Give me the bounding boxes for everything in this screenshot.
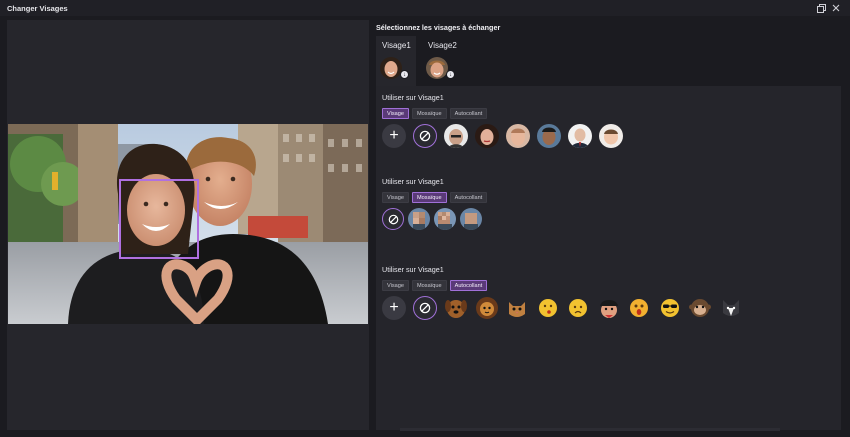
face-option-5[interactable] [568,124,592,148]
mode-tab-mosaique[interactable]: Mosaïque [412,108,447,119]
face-options-row: + [382,124,630,148]
preview-panel [7,20,369,430]
face-option-6[interactable] [599,124,623,148]
sticker-emoji-worried-icon[interactable] [566,296,590,320]
mode-tab-visage[interactable]: Visage [382,280,410,291]
sticker-monkey-icon[interactable] [688,296,712,320]
mode-tab-visage[interactable]: Visage [382,108,410,119]
title-bar: Changer Visages [0,0,850,16]
no-effect-button[interactable] [413,124,437,148]
block-icon [419,302,431,314]
sticker-dog-icon[interactable] [444,296,468,320]
no-effect-button[interactable] [413,296,437,320]
block-icon [388,214,398,224]
sticker-character-icon[interactable] [597,296,621,320]
sticker-options-row: + [382,296,749,320]
face-swap-badge-icon: ↓ [446,70,455,79]
face-swap-badge-icon: ↓ [400,70,409,79]
mode-tabs: Visage Mosaïque Autocollant [382,108,630,119]
face-tab-label: Visage1 [382,41,411,50]
options-panel: Utiliser sur Visage1 Visage Mosaïque Aut… [376,86,841,430]
sticker-lion-icon[interactable] [475,296,499,320]
mosaic-option-3[interactable] [460,208,482,230]
close-icon[interactable] [830,2,842,14]
mosaic-option-2[interactable] [434,208,456,230]
window-title: Changer Visages [7,3,68,13]
face-option-1[interactable] [444,124,468,148]
mosaic-option-1[interactable] [408,208,430,230]
group-title: Utiliser sur Visage1 [382,93,444,102]
horizontal-scrollbar[interactable] [400,428,780,431]
face-option-2[interactable] [475,124,499,148]
sticker-cat-icon[interactable] [505,296,529,320]
group-title: Utiliser sur Visage1 [382,265,444,274]
mode-tab-visage[interactable]: Visage [382,192,410,203]
group-sticker: Utiliser sur Visage1 Visage Mosaïque Aut… [382,265,749,320]
group-title: Utiliser sur Visage1 [382,177,444,186]
mode-tab-mosaique[interactable]: Mosaïque [412,192,447,203]
section-title: Sélectionnez les visages à échanger [376,23,501,32]
mode-tabs: Visage Mosaïque Autocollant [382,280,749,291]
detected-face-box[interactable] [119,179,199,259]
sticker-emoji-cool-icon[interactable] [658,296,682,320]
add-face-button[interactable]: + [382,124,406,148]
face-option-4[interactable] [537,124,561,148]
sticker-emoji-kiss-icon[interactable] [536,296,560,320]
panel-edge [842,86,846,430]
group-mosaic: Utiliser sur Visage1 Visage Mosaïque Aut… [382,177,488,230]
block-icon [419,130,431,142]
mosaic-options-row [382,208,487,230]
face-avatar [380,57,402,79]
mode-tab-mosaique[interactable]: Mosaïque [412,280,447,291]
changer-visages-window: Changer Visages Sélectionnez les visages… [0,0,850,437]
face-tab-label: Visage2 [428,41,457,50]
face-selection-panel: Sélectionnez les visages à échanger Visa… [376,20,846,430]
mode-tab-autocollant[interactable]: Autocollant [449,280,488,291]
group-face: Utiliser sur Visage1 Visage Mosaïque Aut… [382,93,630,148]
mode-tab-autocollant[interactable]: Autocollant [449,192,488,203]
face-option-3[interactable] [506,124,530,148]
mode-tab-autocollant[interactable]: Autocollant [449,108,488,119]
face-avatar [426,57,448,79]
mode-tabs: Visage Mosaïque Autocollant [382,192,488,203]
sticker-husky-icon[interactable] [719,296,743,320]
add-sticker-button[interactable]: + [382,296,406,320]
restore-window-icon[interactable] [815,2,827,14]
preview-photo [8,124,368,324]
no-effect-button[interactable] [382,208,404,230]
sticker-emoji-surprised-icon[interactable] [627,296,651,320]
